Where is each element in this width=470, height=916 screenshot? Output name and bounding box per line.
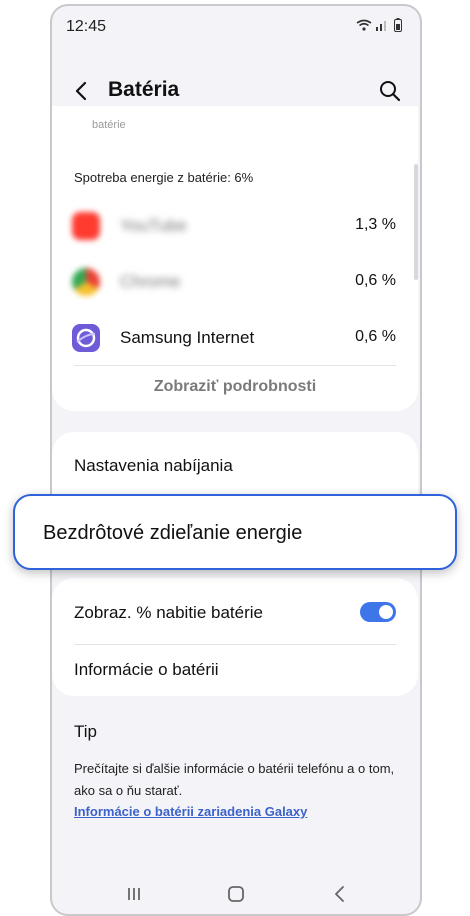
app-percent: 1,3 % (355, 216, 396, 233)
back-arrow-icon[interactable] (68, 77, 96, 105)
charging-settings-item[interactable]: Nastavenia nabíjania (74, 456, 233, 476)
status-time: 12:45 (66, 18, 107, 35)
navigation-bar (52, 874, 420, 914)
app-name: Chrome (120, 272, 181, 291)
show-percent-label[interactable]: Zobraz. % nabitie batérie (74, 603, 263, 623)
back-nav-icon[interactable] (326, 880, 354, 908)
search-icon[interactable] (376, 77, 404, 105)
battery-display-card: Zobraz. % nabitie batérie Informácie o b… (52, 578, 418, 696)
page-title: Batéria (108, 78, 180, 101)
app-row-youtube[interactable]: YouTube 1,3 % (52, 200, 418, 250)
home-icon[interactable] (222, 880, 250, 908)
signal-icon (376, 21, 386, 31)
youtube-icon (72, 212, 100, 240)
samsung-internet-icon (72, 324, 100, 352)
wireless-power-share-item[interactable]: Bezdrôtové zdieľanie energie (13, 494, 457, 570)
battery-info-item[interactable]: Informácie o batérii (74, 660, 219, 680)
tip-text: Prečítajte si ďalšie informácie o batéri… (74, 761, 395, 798)
divider (74, 365, 396, 366)
divider (74, 644, 396, 645)
app-percent: 0,6 % (355, 272, 396, 289)
phone-screen: 12:45 Batéria batérie Spotreba energie z… (50, 4, 422, 916)
battery-usage-card: batérie Spotreba energie z batérie: 6% Y… (52, 106, 418, 411)
scrollbar[interactable] (414, 164, 418, 280)
app-row-samsung-internet[interactable]: Samsung Internet 0,6 % (52, 312, 418, 362)
galaxy-battery-info-link[interactable]: Informácie o batérii zariadenia Galaxy (74, 804, 307, 819)
tip-title: Tip (74, 722, 97, 741)
wireless-power-share-label: Bezdrôtové zdieľanie energie (43, 522, 303, 544)
status-icons (356, 18, 402, 32)
app-name: YouTube (120, 216, 187, 235)
app-row-chrome[interactable]: Chrome 0,6 % (52, 256, 418, 306)
usage-title: Spotreba energie z batérie: 6% (74, 170, 254, 185)
show-percent-toggle[interactable] (360, 602, 396, 622)
app-percent: 0,6 % (355, 328, 396, 345)
scrolled-text: batérie (92, 119, 126, 131)
recents-icon[interactable] (120, 880, 148, 908)
battery-icon (394, 18, 402, 32)
wifi-icon (356, 19, 372, 31)
status-bar: 12:45 (52, 6, 420, 48)
chrome-icon (72, 268, 100, 296)
show-details-button[interactable]: Zobraziť podrobnosti (52, 378, 418, 396)
toggle-knob (379, 605, 393, 619)
app-name: Samsung Internet (120, 328, 255, 347)
